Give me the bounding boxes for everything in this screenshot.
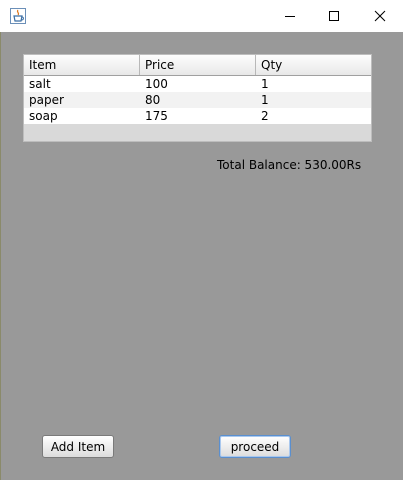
cell-item: soap: [29, 109, 58, 123]
title-bar[interactable]: [0, 0, 403, 32]
table-row[interactable]: salt 100 1: [24, 76, 371, 92]
column-header-item[interactable]: Item: [24, 55, 140, 75]
app-window: Item Price Qty salt 100 1 paper 80 1 soa…: [0, 0, 403, 480]
maximize-button[interactable]: [311, 0, 357, 32]
column-header-qty[interactable]: Qty: [256, 55, 371, 75]
minimize-button[interactable]: [267, 0, 313, 32]
cell-item: paper: [29, 93, 64, 107]
cell-price: 175: [145, 109, 168, 123]
cell-qty: 2: [261, 109, 269, 123]
column-header-price[interactable]: Price: [140, 55, 256, 75]
close-button[interactable]: [357, 0, 403, 32]
table-row[interactable]: paper 80 1: [24, 92, 371, 108]
table-header: Item Price Qty: [24, 55, 371, 76]
cell-price: 100: [145, 77, 168, 91]
close-icon: [374, 10, 386, 22]
maximize-icon: [329, 11, 339, 21]
minimize-icon: [285, 16, 295, 17]
total-balance-label: Total Balance: 530.00Rs: [217, 158, 362, 172]
cell-qty: 1: [261, 93, 269, 107]
cell-qty: 1: [261, 77, 269, 91]
cell-item: salt: [29, 77, 51, 91]
table-body: salt 100 1 paper 80 1 soap 175 2: [24, 76, 371, 124]
add-item-button[interactable]: Add Item: [42, 435, 114, 458]
java-coffee-cup-icon: [10, 8, 26, 24]
items-table[interactable]: Item Price Qty salt 100 1 paper 80 1 soa…: [23, 54, 372, 142]
proceed-button[interactable]: proceed: [219, 435, 291, 458]
cell-price: 80: [145, 93, 161, 107]
table-row[interactable]: soap 175 2: [24, 108, 371, 124]
content-panel: Item Price Qty salt 100 1 paper 80 1 soa…: [1, 32, 402, 479]
